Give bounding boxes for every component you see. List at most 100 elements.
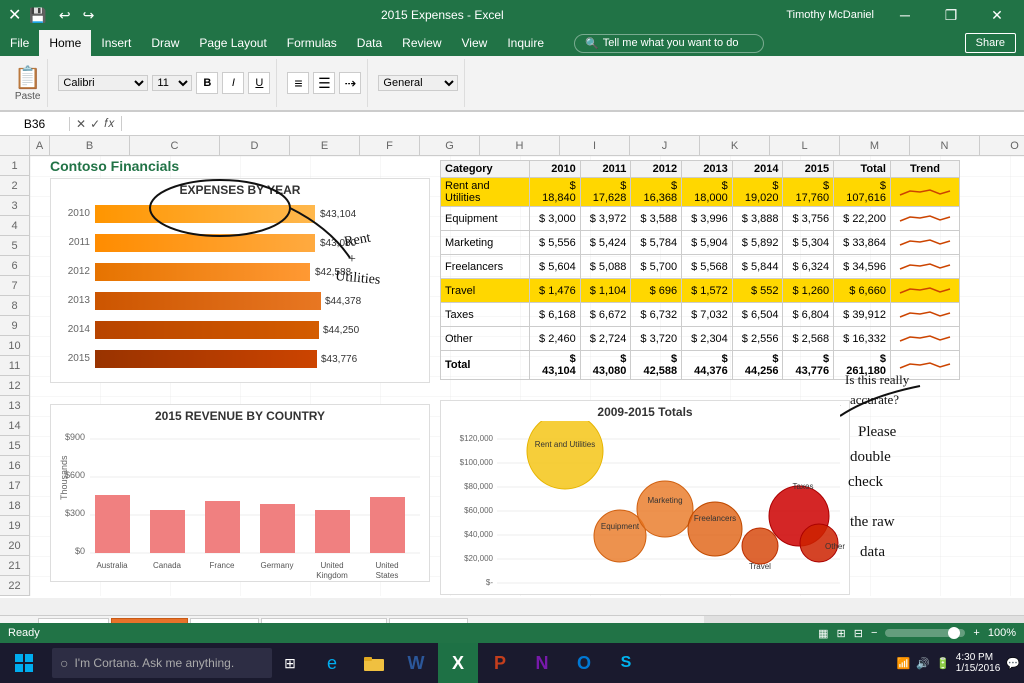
row-headers: 1234567891011121314151617181920212223242… [0,156,30,596]
th-2012: 2012 [631,161,682,178]
paste-icon[interactable]: 📋 [14,65,41,91]
share-button[interactable]: Share [965,33,1016,53]
bubble-chart: 2009-2015 Totals $120,000 $100,000 $80,0… [440,400,850,595]
zoom-slider-thumb[interactable] [948,627,960,639]
svg-text:2014: 2014 [68,324,91,335]
col-header-f[interactable]: F [360,136,420,155]
wrap-text-button[interactable]: ⇢ [339,72,361,94]
col-header-l[interactable]: L [770,136,840,155]
restore-button[interactable]: ❐ [928,0,974,30]
file-explorer-icon[interactable] [354,643,394,683]
battery-icon[interactable]: 🔋 [936,657,950,670]
network-icon[interactable]: 📶 [897,657,911,670]
tab-data[interactable]: Data [347,30,392,56]
quick-access-redo[interactable]: ↪ [79,7,99,24]
skype-icon[interactable]: S [606,643,646,683]
tab-page-layout[interactable]: Page Layout [189,30,276,56]
taskbar: ○ I'm Cortana. Ask me anything. ⊞ e W X … [0,643,1024,683]
onenote-icon[interactable]: N [522,643,562,683]
align-left-button[interactable]: ≡ [287,72,309,94]
name-box[interactable]: B36 [0,117,70,131]
font-size-select[interactable]: 11 [152,75,192,91]
tab-home[interactable]: Home [39,30,91,56]
tab-formulas[interactable]: Formulas [277,30,347,56]
col-header-j[interactable]: J [630,136,700,155]
cancel-icon[interactable]: ✕ [76,117,86,131]
revenue-chart-svg: $900 $600 $300 $0 Thousands [55,425,425,580]
col-header-m[interactable]: M [840,136,910,155]
outlook-icon[interactable]: O [564,643,604,683]
notification-icon[interactable]: 💬 [1006,657,1020,670]
svg-text:$43,776: $43,776 [321,354,358,365]
excel-taskbar-icon[interactable]: X [438,643,478,683]
view-layout-icon[interactable]: ⊞ [837,627,846,640]
quick-access-save[interactable]: 💾 [25,7,50,24]
user-name: Timothy McDaniel [786,9,874,21]
row-header-12: 12 [0,376,29,396]
cortana-search[interactable]: ○ I'm Cortana. Ask me anything. [52,648,272,678]
col-header-k[interactable]: K [700,136,770,155]
svg-text:Other: Other [825,542,845,551]
col-header-d[interactable]: D [220,136,290,155]
view-normal-icon[interactable]: ▦ [818,627,828,640]
edge-icon[interactable]: e [312,643,352,683]
zoom-in-icon[interactable]: + [973,627,979,639]
start-button[interactable] [0,643,48,683]
function-icon[interactable]: 𝑓𝑥 [104,116,114,131]
number-format-select[interactable]: General [378,75,458,91]
table-row: Freelancers$ 5,604$ 5,088$ 5,700$ 5,568$… [441,255,960,279]
zoom-out-icon[interactable]: − [871,627,877,639]
row-header-18: 18 [0,496,29,516]
italic-button[interactable]: I [222,72,244,94]
svg-text:data: data [860,544,885,560]
row-header-13: 13 [0,396,29,416]
col-header-h[interactable]: H [480,136,560,155]
col-header-a[interactable]: A [30,136,50,155]
col-header-c[interactable]: C [130,136,220,155]
align-center-button[interactable]: ☰ [313,72,335,94]
zoom-slider[interactable] [885,629,965,637]
number-group: General [372,59,465,107]
close-button[interactable]: ✕ [974,0,1020,30]
row-header-17: 17 [0,476,29,496]
th-2013: 2013 [682,161,733,178]
col-header-g[interactable]: G [420,136,480,155]
ribbon-search[interactable]: 🔍 Tell me what you want to do [574,34,764,53]
tab-inquire[interactable]: Inquire [497,30,554,56]
row-header-23: 23 [0,596,29,598]
word-icon[interactable]: W [396,643,436,683]
tab-review[interactable]: Review [392,30,451,56]
tab-insert[interactable]: Insert [91,30,141,56]
powerpoint-icon[interactable]: P [480,643,520,683]
table-row: Taxes$ 6,168$ 6,672$ 6,732$ 7,032$ 6,504… [441,303,960,327]
svg-text:2013: 2013 [68,295,91,306]
volume-icon[interactable]: 🔊 [916,657,930,670]
svg-text:$43,104: $43,104 [320,209,357,220]
view-page-break-icon[interactable]: ⊟ [854,627,863,640]
tab-draw[interactable]: Draw [141,30,189,56]
col-header-i[interactable]: I [560,136,630,155]
task-view-button[interactable]: ⊞ [272,643,308,683]
quick-access-undo[interactable]: ↩ [55,7,75,24]
tab-view[interactable]: View [452,30,498,56]
col-header-n[interactable]: N [910,136,980,155]
table-row: Marketing$ 5,556$ 5,424$ 5,784$ 5,904$ 5… [441,231,960,255]
col-header-b[interactable]: B [50,136,130,155]
underline-button[interactable]: U [248,72,270,94]
enter-icon[interactable]: ✓ [90,117,100,131]
col-header-e[interactable]: E [290,136,360,155]
bold-button[interactable]: B [196,72,218,94]
col-header-o[interactable]: O [980,136,1024,155]
minimize-button[interactable]: ─ [882,0,928,30]
tab-file[interactable]: File [0,30,39,56]
svg-text:$43,080: $43,080 [320,238,357,249]
svg-text:$44,378: $44,378 [325,296,362,307]
windows-logo-icon [14,653,34,673]
font-name-select[interactable]: Calibri [58,75,148,91]
cortana-label: I'm Cortana. Ask me anything. [74,656,234,670]
svg-text:Please: Please [858,424,897,440]
row-header-3: 3 [0,196,29,216]
th-category: Category [441,161,530,178]
row-header-6: 6 [0,256,29,276]
system-tray: 📶 🔊 🔋 4:30 PM1/15/2016 💬 [897,652,1024,674]
